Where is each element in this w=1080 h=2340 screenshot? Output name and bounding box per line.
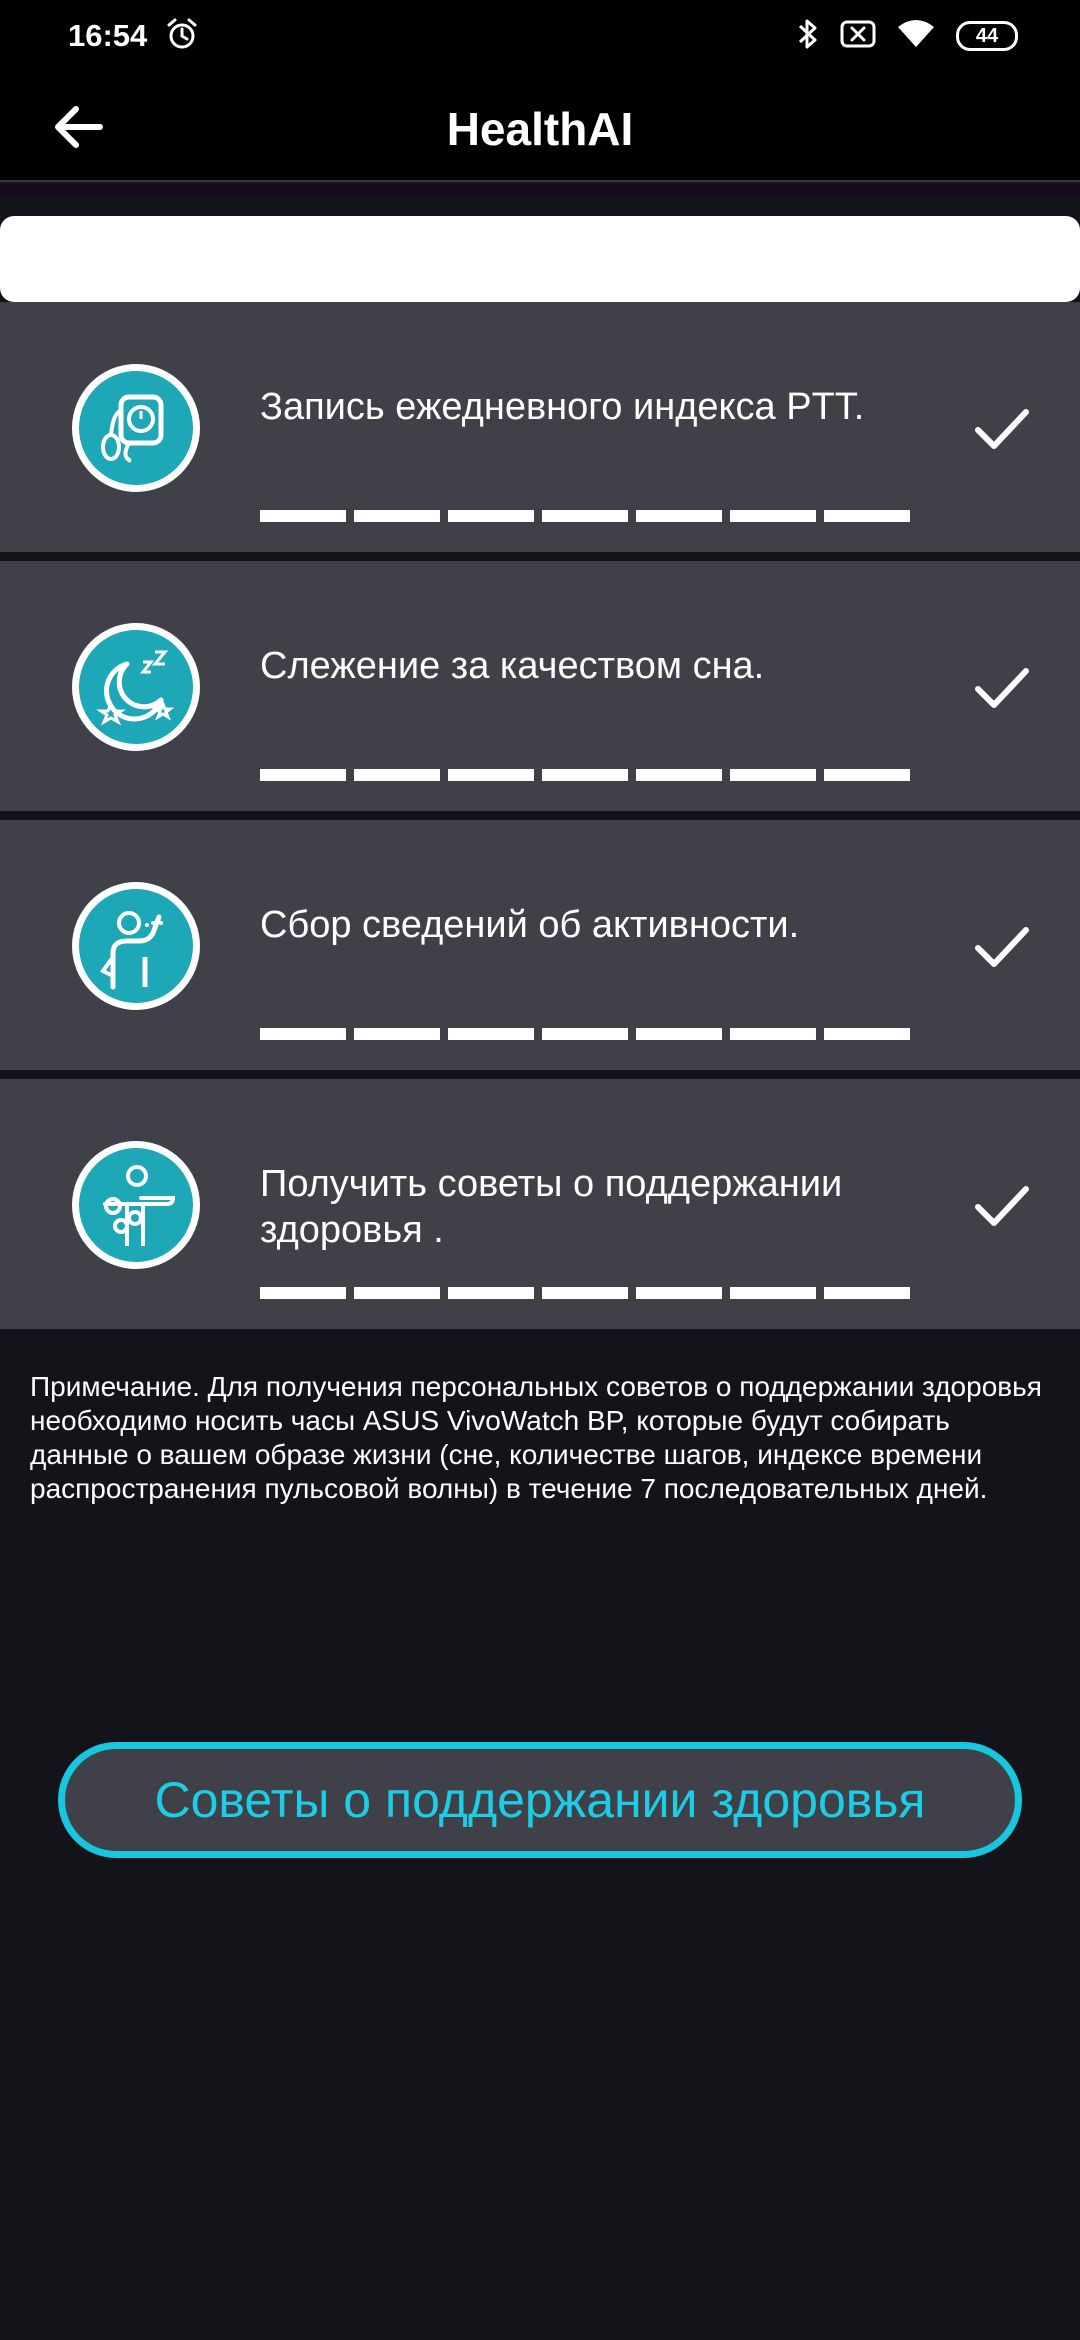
battery-icon: 44	[956, 21, 1018, 51]
alarm-icon	[165, 17, 199, 56]
step-label: Слежение за качеством сна.	[260, 645, 765, 687]
step-label: Получить советы о поддержании здоровья .	[260, 1163, 843, 1251]
step-progress	[260, 1028, 910, 1040]
sim-disabled-icon	[840, 20, 876, 53]
note-text: Примечание. Для получения персональных с…	[30, 1371, 1042, 1504]
check-icon	[975, 1186, 1029, 1226]
step-label: Запись ежедневного индекса PTT.	[260, 386, 865, 428]
page-title: HealthAI	[446, 103, 634, 155]
activity-person-icon	[72, 882, 200, 1010]
step-label: Сбор сведений об активности.	[260, 904, 800, 946]
health-advice-button[interactable]: Советы о поддержании здоровья	[58, 1742, 1022, 1858]
status-bar: 16:54 44	[0, 0, 1080, 72]
wifi-icon	[896, 19, 936, 54]
step-activity: Сбор сведений об активности.	[0, 820, 1080, 1070]
step-progress	[260, 1287, 910, 1299]
header-strip	[0, 184, 1080, 198]
step-progress	[260, 769, 910, 781]
app-bar: HealthAI	[0, 72, 1080, 182]
step-progress	[260, 510, 910, 522]
check-icon	[975, 927, 1029, 967]
battery-level: 44	[975, 24, 999, 47]
sleep-moon-icon	[72, 623, 200, 751]
check-icon	[975, 668, 1029, 708]
bluetooth-icon	[796, 17, 820, 56]
step-ptt-index: Запись ежедневного индекса PTT.	[0, 302, 1080, 552]
step-sleep-quality: Слежение за качеством сна.	[0, 561, 1080, 811]
steps-list: Запись ежедневного индекса PTT. Слежение…	[0, 302, 1080, 1338]
health-advice-person-icon	[72, 1141, 200, 1269]
step-health-advice: Получить советы о поддержании здоровья .	[0, 1079, 1080, 1329]
status-time: 16:54	[68, 18, 148, 53]
progress-banner	[0, 216, 1080, 302]
blood-pressure-monitor-icon	[72, 364, 200, 492]
check-icon	[975, 409, 1029, 449]
